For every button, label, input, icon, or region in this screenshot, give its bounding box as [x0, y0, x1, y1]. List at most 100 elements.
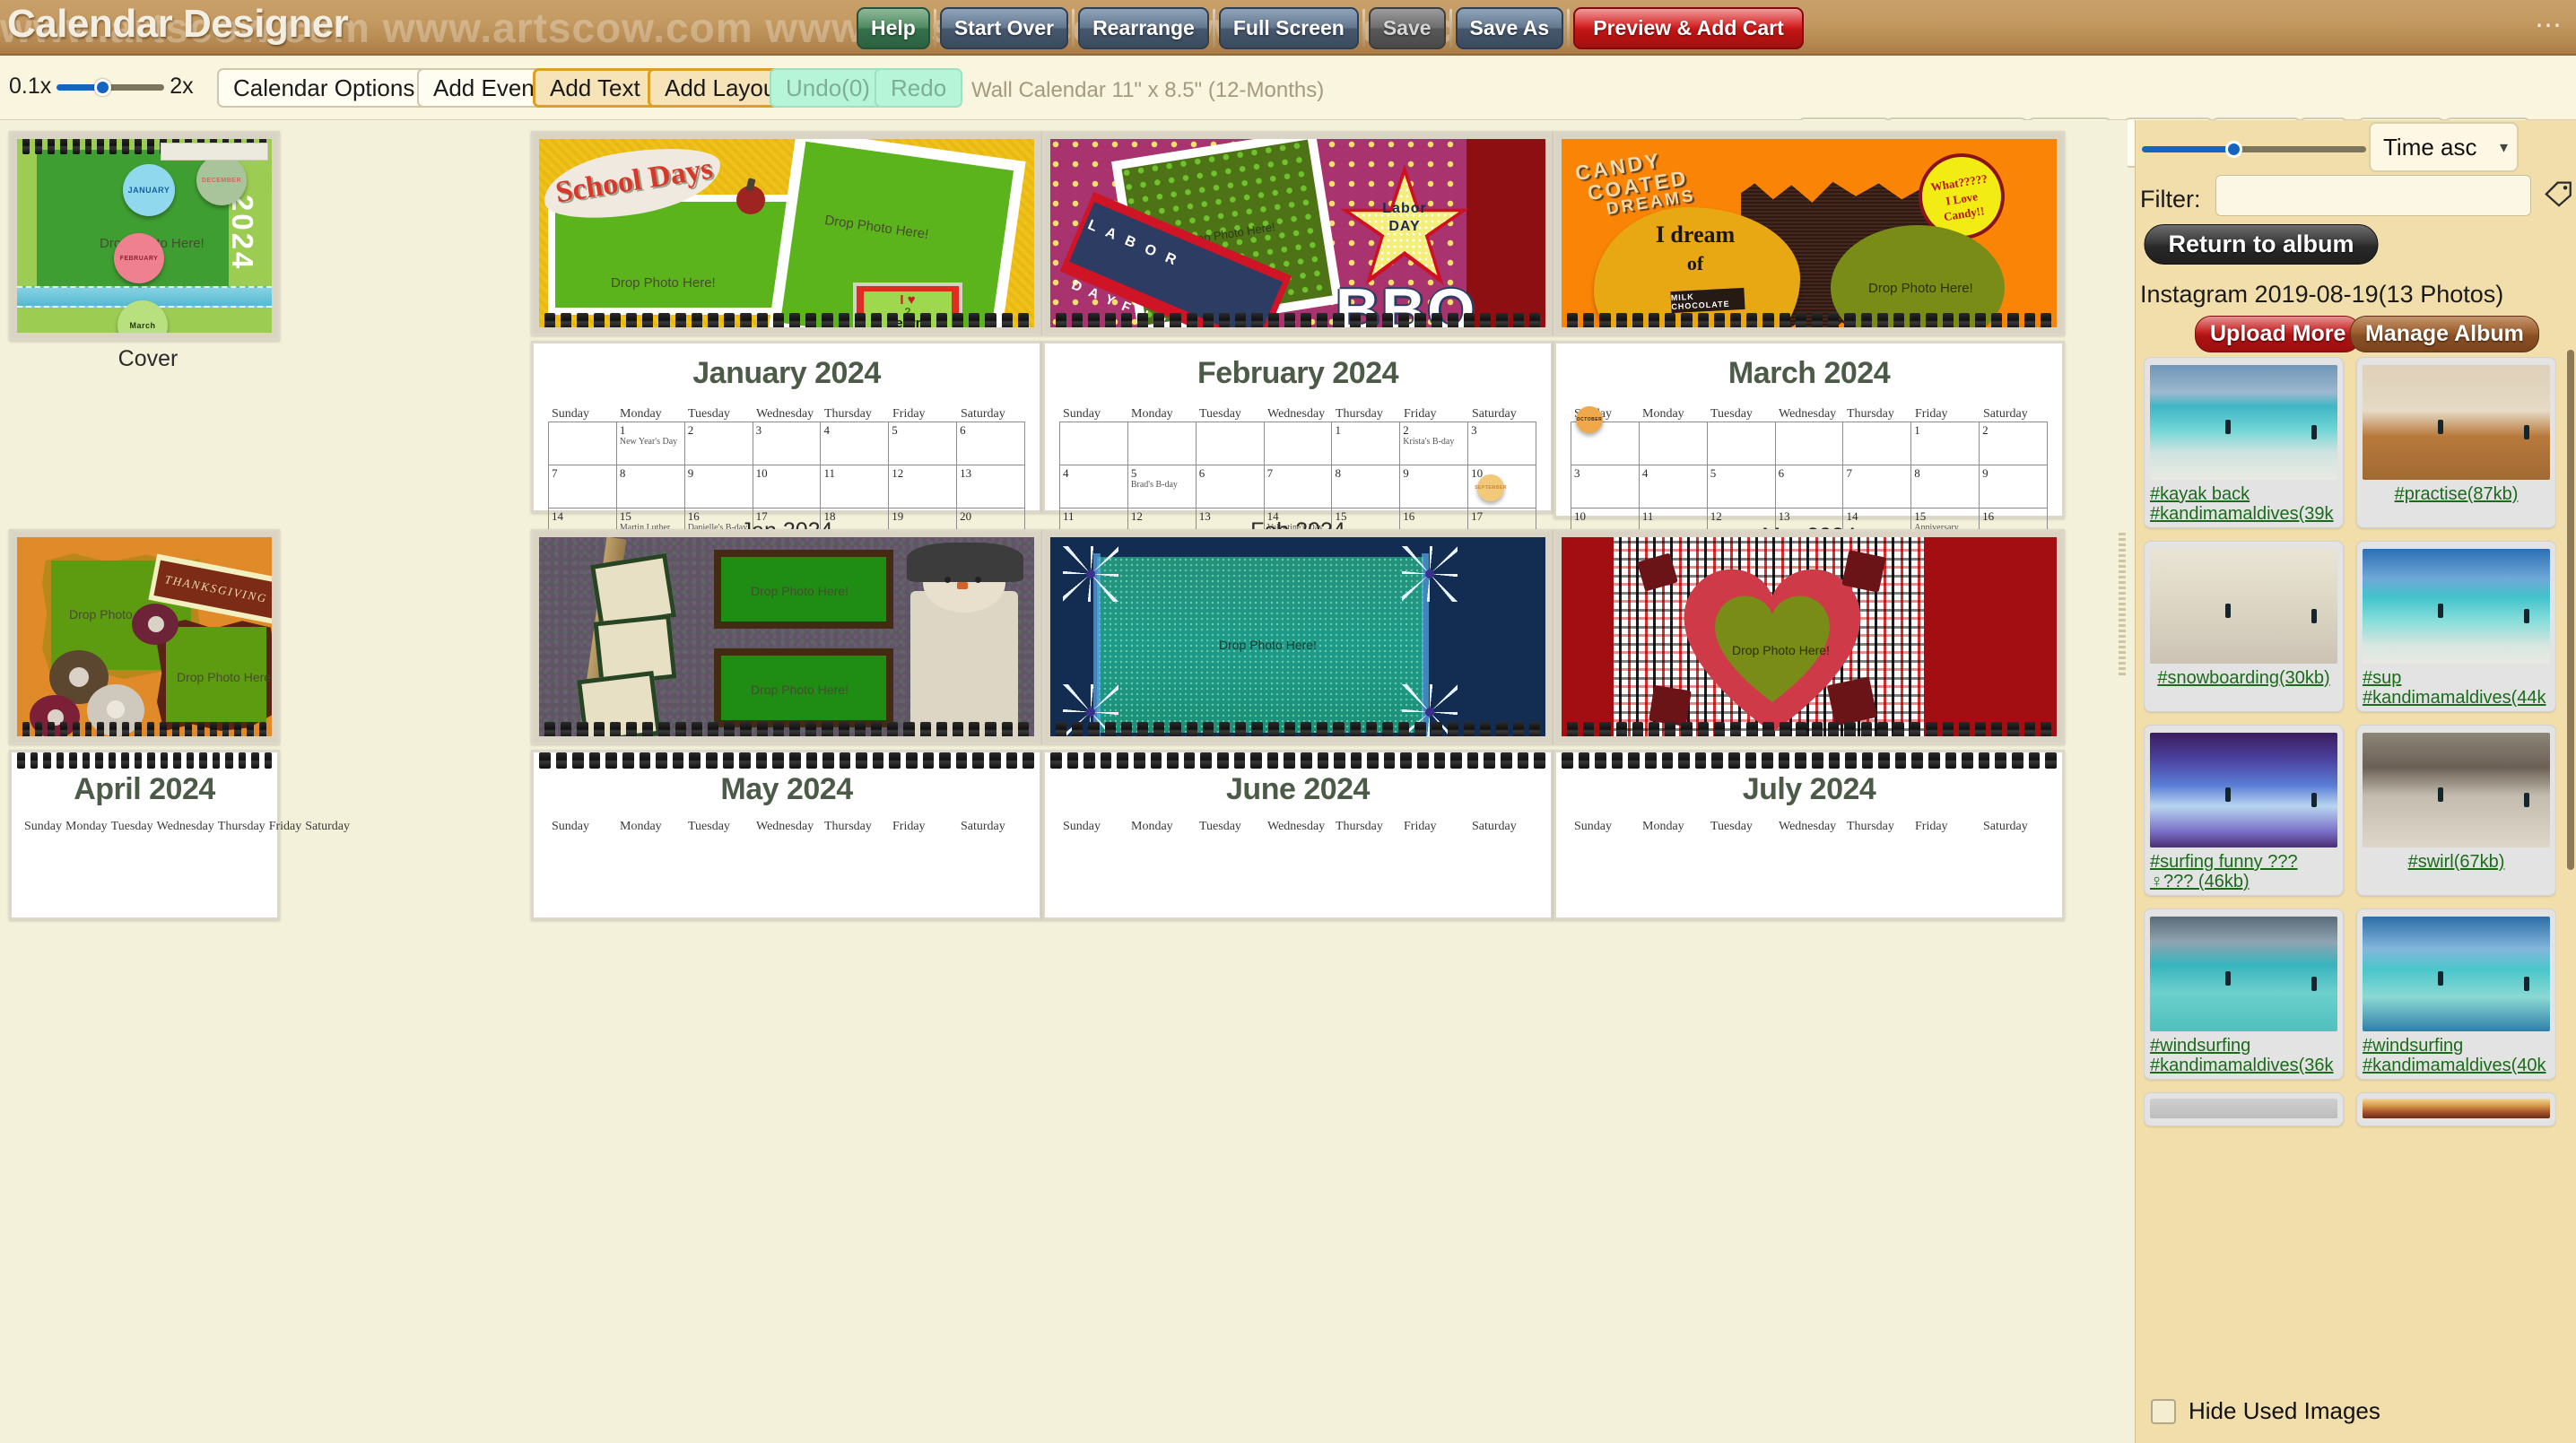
photo-thumbnail-card[interactable] — [2356, 1092, 2556, 1126]
embellishment-cap-october[interactable]: OCTOBER — [1572, 403, 1606, 437]
day-cell[interactable] — [1127, 422, 1197, 465]
photo-panel-scrollbar[interactable] — [2567, 350, 2574, 870]
photo-caption-link[interactable]: #surfing funny ???♀??? (46kb) — [2150, 852, 2337, 891]
rearrange-button[interactable]: Rearrange — [1078, 7, 1209, 49]
photo-caption-link[interactable]: #practise(87kb) — [2363, 484, 2550, 504]
day-cell[interactable] — [1639, 422, 1708, 465]
photo-thumbnail-card[interactable]: #windsurfing #kandimamaldives(40kb) — [2356, 908, 2556, 1080]
day-cell[interactable]: 8 — [1911, 465, 1980, 509]
day-cell[interactable] — [1196, 422, 1265, 465]
hide-used-images-checkbox[interactable] — [2151, 1398, 2176, 1424]
jan-drop-1[interactable]: Drop Photo Here! — [611, 275, 716, 291]
day-cell[interactable]: 6 — [1775, 465, 1844, 509]
day-cell[interactable]: 9 — [684, 465, 753, 509]
day-cell[interactable]: 3 — [1468, 422, 1537, 465]
day-event[interactable]: New Year's Day — [620, 437, 682, 447]
photo-thumbnail-image[interactable] — [2363, 549, 2550, 664]
may-drop-2[interactable]: Drop Photo Here! — [751, 682, 849, 697]
day-cell[interactable]: 7 — [1264, 465, 1333, 509]
jul-drop-1[interactable]: Drop Photo Here! — [1732, 643, 1830, 657]
day-cell[interactable]: 3 — [1571, 465, 1640, 509]
day-cell[interactable]: 2 — [1980, 422, 2049, 465]
day-cell[interactable]: 1 New Year's Day — [616, 422, 685, 465]
day-cell[interactable]: 7 — [549, 465, 617, 509]
day-cell[interactable]: 3 — [753, 422, 822, 465]
day-cell[interactable]: 5 — [889, 422, 958, 465]
photo-caption-link[interactable]: #swirl(67kb) — [2363, 852, 2550, 872]
zoom-slider-thumb[interactable] — [94, 78, 112, 96]
calendar-canvas[interactable]: 2024 Drop Photo Here! JANUARYDECEMBERNOV… — [0, 120, 2128, 1443]
day-cell[interactable]: 10 — [753, 465, 822, 509]
preview-add-cart-button[interactable]: Preview & Add Cart — [1573, 7, 1804, 49]
day-cell[interactable]: 2 Krista's B-day — [1400, 422, 1469, 465]
may-drop-1[interactable]: Drop Photo Here! — [751, 584, 849, 598]
add-text-button[interactable]: Add Text — [533, 68, 657, 108]
mar-drop-1[interactable]: Drop Photo Here! — [1868, 281, 1973, 296]
day-cell[interactable] — [549, 422, 617, 465]
day-cell[interactable] — [1707, 422, 1776, 465]
manage-album-button[interactable]: Manage Album — [2350, 316, 2539, 352]
cover-cap-february[interactable]: FEBRUARY — [110, 230, 168, 287]
photo-thumbnail-card[interactable]: #snowboarding(30kb) — [2144, 541, 2344, 712]
photo-thumbnail-image[interactable] — [2363, 733, 2550, 848]
jun-drop-1[interactable]: Drop Photo Here! — [1219, 638, 1317, 652]
day-cell[interactable] — [1775, 422, 1844, 465]
undo-button[interactable]: Undo(0) — [770, 68, 886, 108]
day-cell[interactable] — [1264, 422, 1333, 465]
photo-thumbnail-card[interactable]: #surfing funny ???♀??? (46kb) — [2144, 725, 2344, 896]
calendar-options-button[interactable]: Calendar Options — [217, 68, 431, 108]
photo-thumbnail-image[interactable] — [2363, 917, 2550, 1031]
photo-caption-link[interactable]: #sup #kandimamaldives(44kb) — [2363, 668, 2550, 708]
photo-thumbnail-card[interactable]: #windsurfing #kandimamaldives(36kb) — [2144, 908, 2344, 1080]
day-cell[interactable]: 12 — [889, 465, 958, 509]
apr-drop-2[interactable]: Drop Photo Here! — [177, 670, 272, 684]
photo-thumbnail-card[interactable]: #practise(87kb) — [2356, 357, 2556, 528]
photo-thumbnail-image[interactable] — [2150, 1099, 2337, 1118]
photo-thumbnail-card[interactable]: #kayak back #kandimamaldives(39kb) — [2144, 357, 2344, 528]
photo-thumbnail-image[interactable] — [2150, 365, 2337, 480]
day-cell[interactable]: 4 — [1639, 465, 1708, 509]
day-cell[interactable]: 7 — [1843, 465, 1912, 509]
thumb-slider-thumb[interactable] — [2225, 141, 2242, 158]
photo-thumbnail-card[interactable]: #sup #kandimamaldives(44kb) — [2356, 541, 2556, 712]
day-cell[interactable]: 5 — [1707, 465, 1776, 509]
day-cell[interactable]: 8 — [616, 465, 685, 509]
photo-thumbnail-image[interactable] — [2363, 365, 2550, 480]
photo-thumbnail-image[interactable] — [2363, 1099, 2550, 1118]
sort-order-select[interactable]: Time asc ▾ — [2369, 122, 2519, 172]
return-to-album-button[interactable]: Return to album — [2144, 224, 2379, 265]
cover-cap-january[interactable]: JANUARY — [119, 161, 178, 220]
zoom-control[interactable]: 0.1x 2x — [9, 74, 194, 100]
full-screen-button[interactable]: Full Screen — [1218, 7, 1359, 49]
day-cell[interactable]: 8 — [1332, 465, 1401, 509]
day-cell[interactable]: 5 Brad's B-day — [1127, 465, 1197, 509]
day-cell[interactable]: 6 — [957, 422, 1026, 465]
hide-used-images-toggle[interactable]: Hide Used Images — [2151, 1397, 2380, 1425]
day-cell[interactable]: 9 — [1980, 465, 2049, 509]
day-event[interactable]: Brad's B-day — [1131, 480, 1193, 490]
photo-caption-link[interactable]: #windsurfing #kandimamaldives(40kb) — [2363, 1036, 2550, 1075]
embellishment-cap-september[interactable]: SEPTEMBER — [1474, 471, 1508, 505]
save-as-button[interactable]: Save As — [1455, 7, 1564, 49]
redo-button[interactable]: Redo — [875, 68, 963, 108]
save-button[interactable]: Save — [1368, 7, 1446, 49]
cover-cap-december[interactable]: DECEMBER — [193, 152, 250, 209]
photo-caption-link[interactable]: #windsurfing #kandimamaldives(36kb) — [2150, 1036, 2337, 1075]
upload-more-button[interactable]: Upload More — [2195, 316, 2362, 352]
day-cell[interactable]: 4 — [1060, 465, 1128, 509]
day-cell[interactable] — [1843, 422, 1912, 465]
day-cell[interactable]: 9 — [1400, 465, 1469, 509]
day-event[interactable]: Krista's B-day — [1403, 437, 1465, 447]
zoom-slider[interactable] — [57, 77, 165, 97]
day-cell[interactable]: 2 — [684, 422, 753, 465]
day-cell[interactable]: 6 — [1196, 465, 1265, 509]
canvas-resize-handle[interactable] — [2119, 533, 2126, 676]
photo-thumbnail-image[interactable] — [2150, 917, 2337, 1031]
day-cell[interactable]: 11 — [821, 465, 890, 509]
day-cell[interactable]: 1 — [1911, 422, 1980, 465]
thumbnail-size-slider[interactable] — [2142, 139, 2366, 161]
day-cell[interactable]: 1 — [1332, 422, 1401, 465]
help-button[interactable]: Help — [857, 7, 930, 49]
photo-caption-link[interactable]: #kayak back #kandimamaldives(39kb) — [2150, 484, 2337, 524]
photo-thumbnail-image[interactable] — [2150, 549, 2337, 664]
